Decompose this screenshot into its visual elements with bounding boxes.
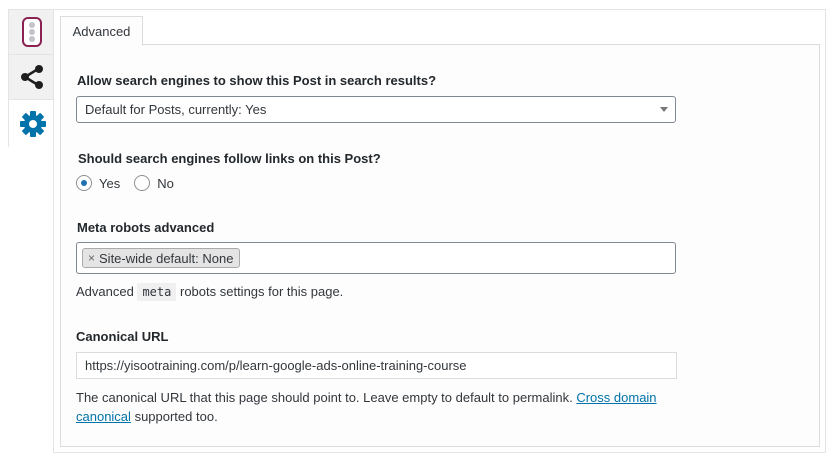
side-tab-advanced[interactable] [9,100,56,147]
canonical-url-input[interactable]: https://yisootraining.com/p/learn-google… [76,352,677,379]
meta-robots-help: Advanced meta robots settings for this p… [76,282,343,302]
cross-domain-link[interactable]: Cross domain [576,390,656,405]
meta-robots-help-before: Advanced [76,284,134,299]
search-results-select[interactable]: Default for Posts, currently: Yes [76,96,676,123]
meta-robots-chip: × Site-wide default: None [82,248,241,268]
canonical-help-text: The canonical URL that this page should … [76,390,573,405]
side-tab-social[interactable] [9,55,54,100]
chip-label: Site-wide default: None [99,250,234,266]
gear-icon [19,110,46,137]
follow-no-radio[interactable] [134,175,151,191]
search-results-selected-value: Default for Posts, currently: Yes [85,102,267,117]
metabox-side-tabs [8,9,56,147]
traffic-light-icon [21,17,42,47]
canonical-help-suffix: supported too. [134,409,218,424]
canonical-url-value: https://yisootraining.com/p/learn-google… [85,358,467,373]
share-icon [20,65,43,89]
canonical-url-label: Canonical URL [76,329,169,344]
chip-remove-icon[interactable]: × [88,251,95,265]
side-tab-seo[interactable] [9,10,54,55]
canonical-help: The canonical URL that this page should … [76,388,676,426]
follow-links-radio-group: Yes No [76,175,188,191]
search-results-label: Allow search engines to show this Post i… [77,73,437,88]
follow-links-label: Should search engines follow links on th… [78,151,381,166]
canonical-link[interactable]: canonical [76,409,131,424]
tab-advanced[interactable]: Advanced [60,16,143,46]
dropdown-arrow-icon [660,107,668,112]
meta-robots-label: Meta robots advanced [77,220,215,235]
follow-yes-radio[interactable] [76,175,92,191]
meta-code: meta [137,283,177,301]
meta-robots-help-after: robots settings for this page. [179,284,344,299]
follow-no-label[interactable]: No [157,176,174,191]
meta-robots-multiselect[interactable]: × Site-wide default: None [76,242,676,274]
follow-yes-label[interactable]: Yes [99,176,120,191]
